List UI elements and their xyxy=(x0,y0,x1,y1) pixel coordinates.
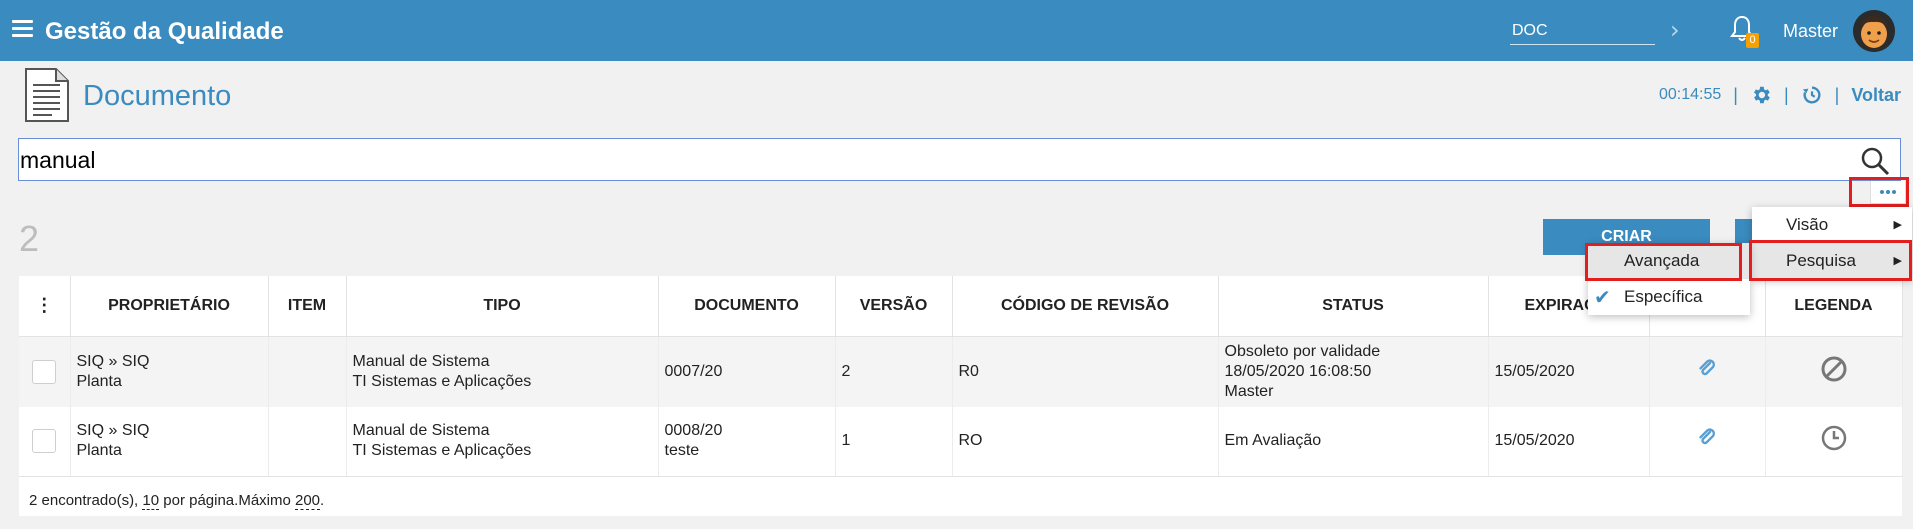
doc-quick-search-input[interactable] xyxy=(1510,18,1655,45)
type-text: Manual de Sistema xyxy=(352,422,490,440)
notification-count-badge: 0 xyxy=(1746,33,1759,48)
blocked-icon xyxy=(1821,356,1846,382)
options-dropdown: Visão ▶ Pesquisa ▶ xyxy=(1752,207,1912,279)
column-header-item[interactable]: ITEM xyxy=(268,276,347,337)
separator: | xyxy=(1733,84,1738,105)
owner-text: SIQ » SIQ xyxy=(76,422,150,440)
type-cell: Manual de Sistema TI Sistemas e Aplicaçõe… xyxy=(346,336,659,407)
row-checkbox[interactable] xyxy=(32,359,57,384)
found-count-text: 2 encontrado(s), xyxy=(29,492,143,509)
revision-code-cell: RO xyxy=(952,407,1219,477)
type-sub-text: TI Sistemas e Aplicações xyxy=(352,372,532,390)
attachment-cell xyxy=(1649,336,1766,407)
user-name[interactable]: Master xyxy=(1783,21,1838,42)
paperclip-icon[interactable] xyxy=(1697,428,1717,448)
clock-icon xyxy=(1821,426,1846,451)
max-results-selector[interactable]: 200 xyxy=(295,492,321,510)
app-title: Gestão da Qualidade xyxy=(45,18,284,45)
notifications-button[interactable]: 0 xyxy=(1729,14,1759,48)
per-page-text: por página.Máximo xyxy=(159,492,295,509)
per-page-selector[interactable]: 10 xyxy=(142,492,160,510)
document-cell: 0008/20 teste xyxy=(658,407,836,477)
status-cell: Obsoleto por validade 18/05/2020 16:08:50… xyxy=(1218,336,1489,407)
menu-item-visao[interactable]: Visão ▶ xyxy=(1752,207,1912,243)
menu-item-label: Visão xyxy=(1786,215,1829,234)
table-row[interactable]: SIQ » SIQ Planta Manual de Sistema TI Sist… xyxy=(19,407,1903,477)
owner-cell: SIQ » SIQ Planta xyxy=(70,407,269,477)
submenu-item-avancada[interactable]: Avançada xyxy=(1588,243,1750,279)
header-actions: 00:14:55 | | | Voltar xyxy=(1659,84,1901,106)
more-options-button[interactable] xyxy=(1870,181,1906,204)
status-date: 18/05/2020 16:08:50 xyxy=(1224,362,1372,380)
submenu-item-especifica[interactable]: ✔ Específica xyxy=(1588,279,1750,315)
owner-sub-text: Planta xyxy=(76,372,122,390)
checkmark-icon: ✔ xyxy=(1594,285,1611,309)
version-cell: 1 xyxy=(835,407,953,477)
avatar[interactable] xyxy=(1853,10,1895,52)
table-row[interactable]: SIQ » SIQ Planta Manual de Sistema TI Sist… xyxy=(19,336,1903,407)
separator: | xyxy=(1783,84,1789,105)
row-checkbox[interactable] xyxy=(32,429,57,454)
menu-item-pesquisa[interactable]: Pesquisa ▶ xyxy=(1752,243,1912,279)
top-bar: Gestão da Qualidade › 0 Master xyxy=(0,0,1913,61)
row-checkbox-cell xyxy=(19,407,71,477)
search-icon[interactable] xyxy=(1860,146,1890,176)
page-title: Documento xyxy=(83,80,232,112)
caret-right-icon: ▶ xyxy=(1893,219,1902,231)
document-sub-text: teste xyxy=(664,442,700,460)
column-header-type[interactable]: TIPO xyxy=(346,276,659,337)
status-user: Master xyxy=(1224,382,1274,400)
attachment-cell xyxy=(1649,407,1766,477)
owner-cell: SIQ » SIQ Planta xyxy=(70,336,269,407)
status-text: Obsoleto por validade xyxy=(1224,342,1381,360)
refresh-history-icon[interactable] xyxy=(1801,84,1823,106)
pagination-summary: 2 encontrado(s), 10 por página.Máximo 20… xyxy=(29,492,325,510)
search-submenu: Avançada ✔ Específica xyxy=(1588,243,1750,315)
status-text: Em Avaliação xyxy=(1224,432,1322,450)
back-link[interactable]: Voltar xyxy=(1851,85,1901,106)
type-cell: Manual de Sistema TI Sistemas e Aplicaçõe… xyxy=(346,407,659,477)
row-checkbox-cell xyxy=(19,336,71,407)
separator: | xyxy=(1834,84,1840,105)
search-box xyxy=(18,138,1901,181)
document-cell: 0007/20 xyxy=(658,336,836,407)
owner-text: SIQ » SIQ xyxy=(76,352,150,370)
column-header-revision-code[interactable]: CÓDIGO DE REVISÃO xyxy=(952,276,1219,337)
item-cell xyxy=(268,407,347,477)
document-code: 0008/20 xyxy=(664,422,723,440)
type-sub-text: TI Sistemas e Aplicações xyxy=(352,442,532,460)
item-cell xyxy=(268,336,347,407)
column-header-version[interactable]: VERSÃO xyxy=(835,276,953,337)
chevron-right-icon[interactable]: › xyxy=(1670,16,1680,44)
version-cell: 2 xyxy=(835,336,953,407)
owner-sub-text: Planta xyxy=(76,442,122,460)
column-header-status[interactable]: STATUS xyxy=(1218,276,1489,337)
column-header-owner[interactable]: PROPRIETÁRIO xyxy=(70,276,269,337)
submenu-item-label: Específica xyxy=(1624,287,1703,306)
type-text: Manual de Sistema xyxy=(352,352,490,370)
hamburger-menu-icon[interactable] xyxy=(12,20,33,38)
submenu-item-label: Avançada xyxy=(1624,251,1700,270)
legend-cell xyxy=(1765,336,1903,407)
document-page-icon xyxy=(22,66,72,124)
legend-cell xyxy=(1765,407,1903,477)
column-header-document[interactable]: DOCUMENTO xyxy=(658,276,836,337)
revision-code-cell: R0 xyxy=(952,336,1219,407)
footer-end: . xyxy=(320,492,325,509)
expiration-cell: 15/05/2020 xyxy=(1488,336,1650,407)
result-count: 2 xyxy=(19,218,40,259)
search-input[interactable] xyxy=(20,143,1840,177)
menu-item-label: Pesquisa xyxy=(1786,251,1856,270)
session-timer: 00:14:55 xyxy=(1658,86,1722,103)
gear-icon[interactable] xyxy=(1750,84,1772,106)
column-header-legend[interactable]: LEGENDA xyxy=(1765,276,1903,337)
caret-right-icon: ▶ xyxy=(1893,255,1902,267)
column-options-icon[interactable]: ⋮ xyxy=(19,276,71,337)
document-code: 0007/20 xyxy=(664,362,723,380)
status-cell: Em Avaliação xyxy=(1218,407,1489,477)
paperclip-icon[interactable] xyxy=(1697,359,1717,379)
expiration-cell: 15/05/2020 xyxy=(1488,407,1650,477)
